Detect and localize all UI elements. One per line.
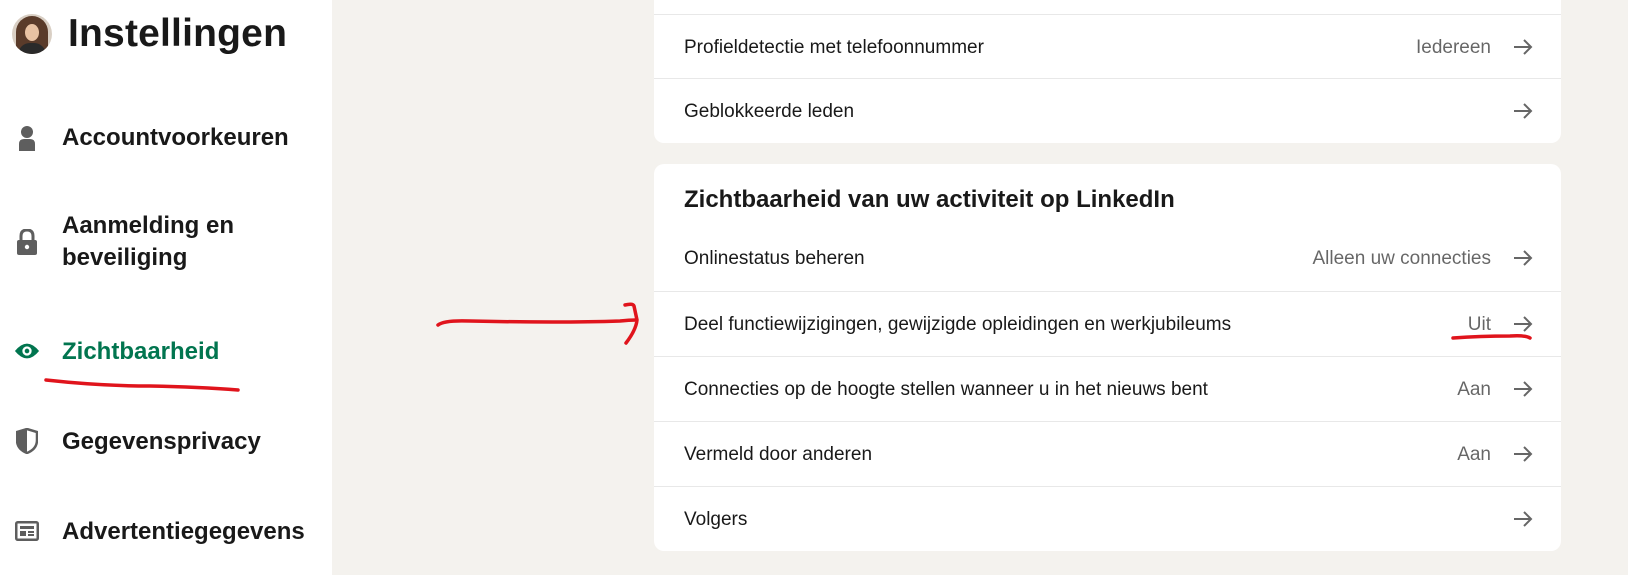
arrow-right-icon [1514, 511, 1533, 527]
arrow-right-icon [1514, 316, 1533, 332]
annotation-arrow [436, 302, 639, 345]
setting-row-nieuws-melding[interactable]: Connecties op de hoogte stellen wanneer … [654, 356, 1561, 421]
setting-row-volgers[interactable]: Volgers [654, 486, 1561, 551]
sidebar-item-advertentiegegevens[interactable]: Advertentiegegevens [0, 512, 332, 552]
setting-value: Aan [1457, 444, 1491, 465]
sidebar-item-accountvoorkeuren[interactable]: Accountvoorkeuren [0, 118, 332, 158]
arrow-right-icon [1514, 446, 1533, 462]
avatar[interactable] [12, 14, 52, 54]
setting-row-onlinestatus[interactable]: Onlinestatus beheren Alleen uw connectie… [654, 226, 1561, 291]
setting-label: Profieldetectie met telefoonnummer [684, 37, 984, 58]
lock-icon [14, 229, 40, 255]
setting-row-vermeld-door-anderen[interactable]: Vermeld door anderen Aan [654, 421, 1561, 486]
setting-row-functiewijzigingen[interactable]: Deel functiewijzigingen, gewijzigde ople… [654, 291, 1561, 356]
settings-card-top: Profieldetectie met telefoonnummer Ieder… [654, 0, 1561, 143]
setting-value: Alleen uw connecties [1312, 248, 1492, 269]
setting-label: Connecties op de hoogte stellen wanneer … [684, 379, 1208, 400]
setting-row-profieldetectie[interactable]: Profieldetectie met telefoonnummer Ieder… [654, 14, 1561, 79]
sidebar-item-label: Advertentiegegevens [62, 518, 305, 545]
setting-label: Onlinestatus beheren [684, 248, 865, 269]
sidebar-item-aanmelding-beveiliging[interactable]: Aanmelding en beveiliging [0, 208, 332, 278]
ad-data-icon [14, 518, 40, 544]
arrow-right-icon [1514, 39, 1533, 55]
sidebar-item-label: Gegevensprivacy [62, 428, 261, 455]
setting-value: Uit [1467, 314, 1491, 335]
shield-icon [14, 428, 40, 454]
setting-label: Geblokkeerde leden [684, 101, 855, 122]
setting-row-geblokkeerde-leden[interactable]: Geblokkeerde leden [654, 78, 1561, 143]
sidebar-item-zichtbaarheid[interactable]: Zichtbaarheid [0, 332, 332, 372]
sidebar-item-label: Zichtbaarheid [62, 338, 220, 365]
setting-label: Volgers [684, 509, 748, 530]
page-title: Instellingen [68, 12, 288, 55]
sidebar-item-label: Aanmelding en beveiliging [62, 212, 235, 271]
settings-sidebar: Instellingen Accountvoorkeuren Aanmeldin… [0, 0, 332, 575]
arrow-right-icon [1514, 103, 1533, 119]
arrow-right-icon [1514, 381, 1533, 397]
sidebar-item-label: Accountvoorkeuren [62, 124, 289, 151]
eye-icon [14, 338, 40, 364]
sidebar-header: Instellingen [12, 12, 287, 56]
setting-label: Vermeld door anderen [684, 444, 873, 465]
section-title: Zichtbaarheid van uw activiteit op Linke… [684, 186, 1175, 213]
setting-label: Deel functiewijzigingen, gewijzigde ople… [684, 314, 1232, 335]
arrow-right-icon [1514, 250, 1533, 266]
sidebar-item-gegevensprivacy[interactable]: Gegevensprivacy [0, 422, 332, 462]
setting-value: Aan [1457, 379, 1491, 400]
setting-value: Iedereen [1415, 37, 1491, 58]
settings-card-activity-visibility: Zichtbaarheid van uw activiteit op Linke… [654, 164, 1561, 551]
person-icon [14, 125, 40, 151]
